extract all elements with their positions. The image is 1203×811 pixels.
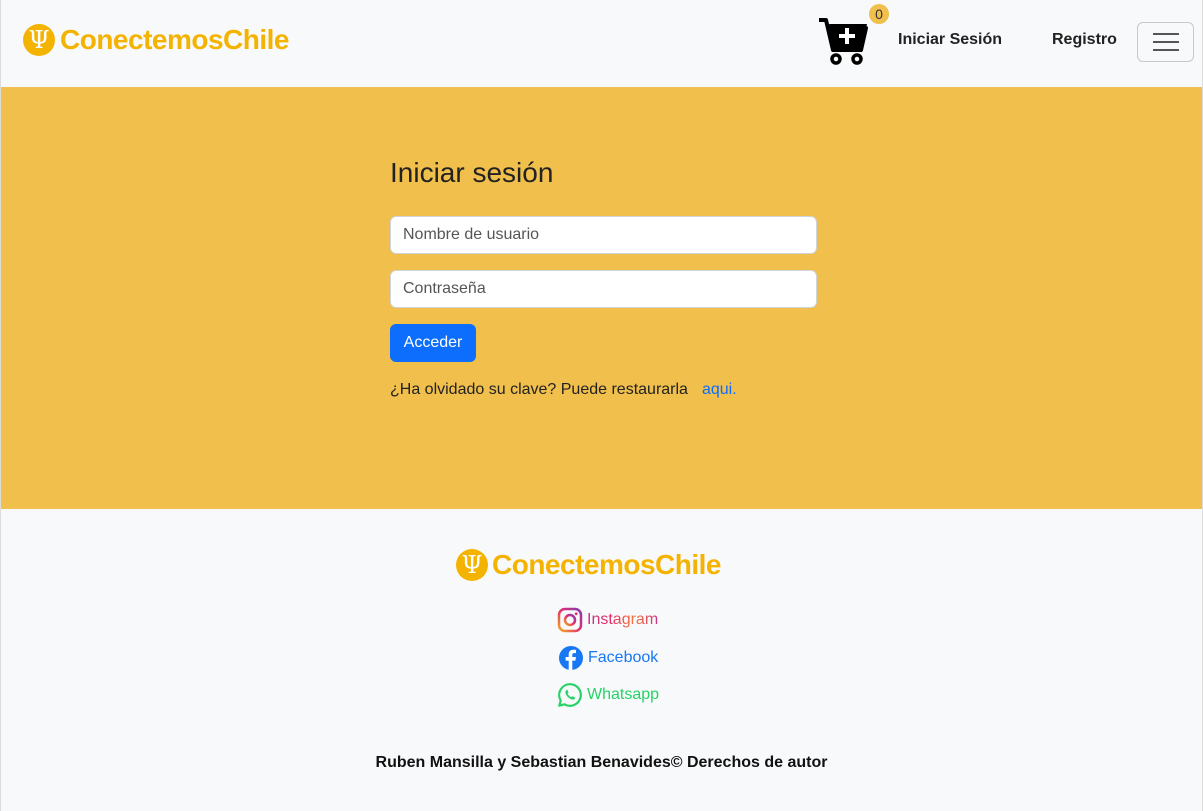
instagram-link[interactable]: Instagram bbox=[557, 607, 658, 633]
whatsapp-icon bbox=[558, 683, 582, 707]
facebook-link[interactable]: Facebook bbox=[558, 645, 658, 671]
forgot-text: ¿Ha olvidado su clave? Puede restaurarla bbox=[390, 381, 688, 398]
instagram-label: Instagram bbox=[587, 611, 659, 628]
instagram-icon bbox=[557, 607, 583, 633]
page-title: Iniciar sesión bbox=[390, 157, 554, 188]
footer-brand: Ψ ConectemosChile bbox=[456, 549, 722, 581]
psi-logo-icon: Ψ bbox=[23, 24, 55, 56]
cart-icon[interactable] bbox=[817, 14, 869, 66]
brand-name: ConectemosChile bbox=[60, 24, 290, 55]
whatsapp-label: Whatsapp bbox=[587, 686, 660, 703]
psi-logo-icon: Ψ bbox=[456, 549, 488, 581]
facebook-icon bbox=[559, 646, 583, 670]
forgot-password-text: ¿Ha olvidado su clave? Puede restaurarla… bbox=[390, 381, 737, 399]
navbar: Ψ ConectemosChile 0 Iniciar Sesión Regis… bbox=[1, 0, 1202, 87]
submit-button[interactable]: Acceder bbox=[390, 324, 476, 362]
forgot-password-link[interactable]: aqui. bbox=[702, 381, 737, 398]
footer-brand-name: ConectemosChile bbox=[492, 549, 722, 580]
nav-register-link[interactable]: Registro bbox=[1052, 31, 1117, 49]
nav-login-link[interactable]: Iniciar Sesión bbox=[898, 31, 1002, 49]
cart-count-badge: 0 bbox=[869, 4, 889, 24]
copyright-text: Ruben Mansilla y Sebastian Benavides© De… bbox=[375, 754, 828, 771]
password-input[interactable] bbox=[390, 270, 817, 308]
menu-toggle-button[interactable] bbox=[1137, 22, 1194, 62]
hamburger-icon bbox=[1152, 33, 1179, 35]
whatsapp-link[interactable]: Whatsapp bbox=[557, 682, 659, 708]
username-input[interactable] bbox=[390, 216, 817, 254]
login-section: Iniciar sesión Acceder ¿Ha olvidado su c… bbox=[1, 87, 1202, 509]
footer: Ψ ConectemosChile Instagram Facebook Wha… bbox=[1, 509, 1202, 811]
brand-link[interactable]: Ψ ConectemosChile bbox=[23, 22, 290, 58]
facebook-label: Facebook bbox=[588, 649, 659, 666]
